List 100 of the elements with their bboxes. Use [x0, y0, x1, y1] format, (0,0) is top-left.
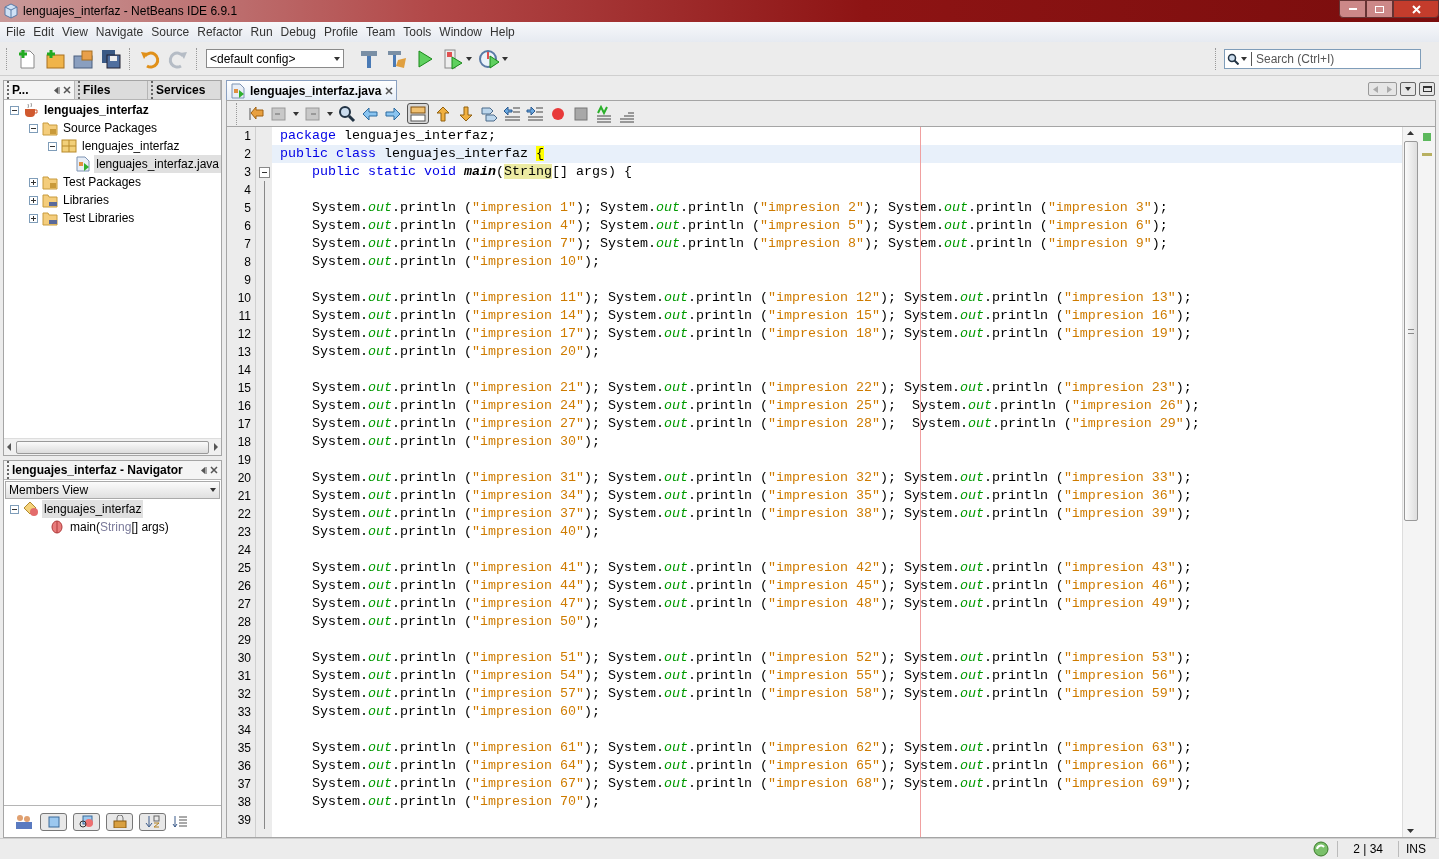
menu-item[interactable]: Debug	[276, 23, 320, 41]
caret-icon[interactable]	[327, 111, 333, 116]
maximize-button[interactable]	[1419, 82, 1435, 96]
code-line: System.out.println ("impresion 17"); System.out.println ("impresion 18"); System.out.println ("impresion 19");	[311, 325, 1192, 343]
menu-item[interactable]: Refactor	[193, 23, 247, 41]
profile-icon[interactable]	[478, 47, 500, 70]
sort-icon[interactable]	[144, 815, 161, 828]
caret-icon[interactable]	[1405, 87, 1411, 91]
toggle-button[interactable]	[73, 812, 100, 831]
collapse-icon[interactable]	[48, 141, 57, 151]
close-button[interactable]	[1393, 0, 1439, 18]
tab-list-button[interactable]	[1400, 82, 1416, 96]
view-dropdown[interactable]: Members View	[5, 481, 220, 499]
scroll-right-icon[interactable]	[213, 443, 219, 451]
new-file-icon[interactable]	[16, 47, 38, 70]
find-icon[interactable]	[338, 104, 356, 123]
caret-icon[interactable]	[502, 56, 508, 61]
previous-bookmark-icon[interactable]	[434, 104, 452, 123]
collapse-icon[interactable]	[10, 105, 19, 115]
square-icon[interactable]	[47, 815, 60, 828]
editor-tab[interactable]: lenguajes_interfaz.java	[226, 80, 398, 100]
last-edit-icon[interactable]	[247, 104, 265, 123]
caret-icon[interactable]	[466, 56, 472, 61]
caret-icon[interactable]	[210, 488, 216, 492]
menu-item[interactable]: Help	[486, 23, 519, 41]
line-number: 39	[237, 812, 251, 829]
next-bookmark-icon[interactable]	[457, 104, 475, 123]
menu-item[interactable]: Profile	[320, 23, 362, 41]
code-line: System.out.println ("impresion 61"); System.out.println ("impresion 62"); System.out.println ("impresion 63");	[311, 739, 1192, 757]
menu-item[interactable]: File	[2, 23, 30, 41]
caret-icon[interactable]	[293, 111, 299, 116]
expand-icon[interactable]	[29, 195, 38, 205]
field-circle-icon[interactable]	[78, 815, 95, 828]
menu-item[interactable]: Source	[147, 23, 194, 41]
menu-item[interactable]: Tools	[399, 23, 436, 41]
shift-left-icon[interactable]	[503, 104, 521, 123]
tree-item[interactable]: Test Packages	[61, 173, 144, 191]
collapse-icon[interactable]	[10, 504, 19, 514]
line-number: 33	[237, 704, 251, 721]
menu-item[interactable]: Run	[246, 23, 277, 41]
caret-icon[interactable]	[1241, 56, 1247, 61]
close-icon[interactable]	[210, 466, 218, 474]
menu-item[interactable]: Navigate	[91, 23, 148, 41]
open-project-icon[interactable]	[72, 47, 94, 70]
minimize-button[interactable]	[1339, 0, 1366, 18]
line-number: 7	[244, 236, 251, 253]
menu-item[interactable]: Edit	[29, 23, 59, 41]
people-icon[interactable]	[14, 812, 34, 831]
toggle-button[interactable]	[40, 812, 67, 831]
scroll-down-icon[interactable]	[1407, 829, 1414, 833]
line-number: 13	[237, 344, 251, 361]
shift-right-icon[interactable]	[526, 104, 544, 123]
code-line: System.out.println ("impresion 11"); System.out.println ("impresion 12"); System.out.println ("impresion 13");	[311, 289, 1192, 307]
close-icon[interactable]	[385, 86, 394, 95]
panel-tab[interactable]: P...	[4, 81, 75, 99]
search-box[interactable]: Search (Ctrl+I)	[1224, 48, 1421, 69]
vertical-scrollbar[interactable]	[1402, 127, 1418, 837]
menu-item[interactable]: Window	[435, 23, 487, 41]
tree-item[interactable]: lenguajes_interfaz	[42, 500, 144, 518]
line-number: 37	[237, 776, 251, 793]
expand-icon[interactable]	[29, 213, 38, 223]
new-project-icon[interactable]	[44, 47, 66, 70]
lock-icon[interactable]	[112, 815, 127, 828]
panel-tab[interactable]: Files	[75, 81, 148, 99]
library-folder-icon	[42, 210, 58, 226]
tree-item[interactable]: lenguajes_interfaz.java	[94, 155, 221, 173]
search-icon[interactable]	[1227, 52, 1239, 65]
panel-tab[interactable]: Services	[148, 81, 221, 99]
tree-item[interactable]: Libraries	[61, 191, 112, 209]
expand-icon[interactable]	[29, 177, 38, 187]
minimize-icon[interactable]	[198, 465, 207, 475]
line-number: 31	[237, 668, 251, 685]
save-all-icon[interactable]	[100, 47, 122, 70]
toggle-bookmark-icon[interactable]	[480, 104, 498, 123]
tree-item[interactable]: main(String[] args)	[68, 518, 171, 536]
code-line: System.out.println ("impresion 27"); System.out.println ("impresion 28"); System.out.println ("impresion 29");	[311, 415, 1200, 433]
menu-item[interactable]: View	[58, 23, 92, 41]
minimize-icon[interactable]	[51, 85, 60, 95]
search-field[interactable]: Search (Ctrl+I)	[1256, 49, 1418, 68]
config-dropdown[interactable]: <default config>	[206, 49, 344, 68]
stop-icon[interactable]	[572, 104, 590, 123]
menu-item[interactable]: Team	[362, 23, 400, 41]
tree-item[interactable]: lenguajes_interfaz	[80, 137, 182, 155]
annotation-marker[interactable]	[1421, 153, 1432, 156]
toggle-button[interactable]	[139, 812, 166, 831]
horizontal-scrollbar[interactable]	[4, 438, 221, 455]
sort-lines-icon[interactable]	[172, 814, 188, 829]
collapse-icon[interactable]	[29, 123, 38, 133]
scroll-left-icon[interactable]	[6, 443, 12, 451]
maximize-button[interactable]	[1366, 0, 1393, 18]
close-icon[interactable]	[63, 86, 71, 94]
code-line: System.out.println ("impresion 40");	[311, 523, 600, 541]
tree-item[interactable]: lenguajes_interfaz	[42, 101, 151, 119]
scroll-up-icon[interactable]	[1407, 131, 1414, 135]
tree-item[interactable]: Source Packages	[61, 119, 160, 137]
caret-icon[interactable]	[334, 56, 340, 61]
update-icon[interactable]	[1313, 841, 1330, 857]
fold-icon[interactable]	[258, 167, 270, 178]
tree-item[interactable]: Test Libraries	[61, 209, 137, 227]
toggle-button[interactable]	[106, 812, 133, 831]
